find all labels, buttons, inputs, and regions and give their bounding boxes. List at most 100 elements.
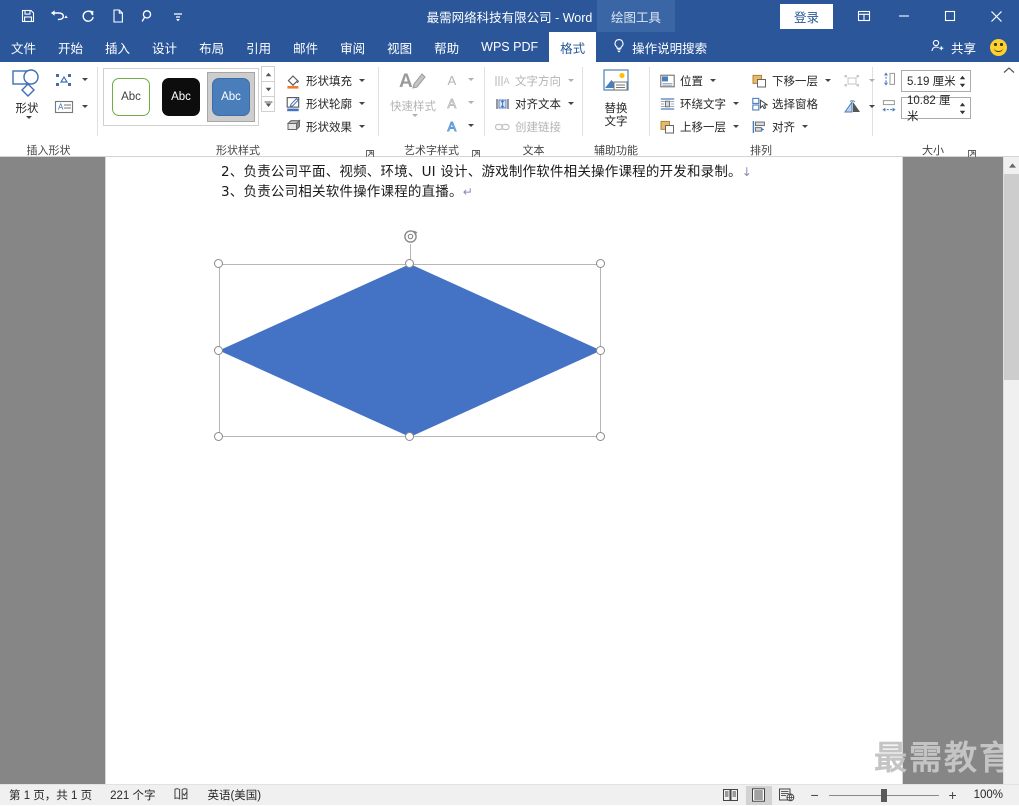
bring-forward-button[interactable]: 上移一层 [655,115,743,138]
document-paragraph-2[interactable]: 2、负责公司平面、视频、环境、UI 设计、游戏制作软件相关操作课程的开发和录制。… [221,160,752,180]
shape-style-option-2[interactable]: Abc [158,73,204,121]
text-effects-caret[interactable] [468,124,474,127]
zoom-slider-track[interactable] [828,788,939,802]
resize-handle-top-left[interactable] [214,259,223,268]
maximize-button[interactable] [927,0,973,32]
zoom-out-button[interactable]: − [808,787,822,803]
tab-insert[interactable]: 插入 [94,32,141,62]
language-indicator[interactable]: 英语(美国) [198,785,270,806]
gallery-scroll-down-icon[interactable] [261,81,275,97]
align-objects-caret[interactable] [802,125,808,128]
height-stepper-up-icon[interactable] [958,73,967,81]
text-outline-button[interactable]: A [442,91,478,114]
tab-review[interactable]: 审阅 [329,32,376,62]
tab-mailings[interactable]: 邮件 [282,32,329,62]
wordart-quick-styles-caret[interactable] [411,114,418,117]
gallery-more-icon[interactable] [261,96,275,112]
shape-fill-button[interactable]: 形状填充 [281,69,369,92]
tab-wps-pdf[interactable]: WPS PDF [470,32,549,62]
resize-handle-bottom-left[interactable] [214,432,223,441]
selection-pane-button[interactable]: 选择窗格 [747,92,835,115]
scrollbar-thumb[interactable] [1004,174,1019,380]
tab-help[interactable]: 帮助 [423,32,470,62]
shape-outline-caret[interactable] [359,102,365,105]
tab-format[interactable]: 格式 [549,32,597,62]
rotation-handle[interactable] [402,228,419,245]
tab-view[interactable]: 视图 [376,32,423,62]
collapse-ribbon-icon[interactable] [1001,63,1017,78]
shape-style-option-1[interactable]: Abc [108,73,154,121]
wrap-text-button[interactable]: 环绕文字 [655,92,743,115]
wrap-text-caret[interactable] [733,102,739,105]
tab-file[interactable]: 文件 [0,32,47,62]
shapes-button[interactable]: 形状 [5,66,49,122]
shape-styles-gallery[interactable]: Abc Abc Abc [103,68,259,126]
send-backward-button[interactable]: 下移一层 [747,69,835,92]
text-effects-button[interactable]: A [442,114,478,137]
share-button[interactable]: 共享 [924,32,982,62]
diamond-shape-graphic[interactable] [219,264,601,437]
tab-layout[interactable]: 布局 [188,32,235,62]
create-link-button[interactable]: 创建链接 [490,115,578,138]
height-stepper-down-icon[interactable] [958,81,967,89]
resize-handle-middle-right[interactable] [596,346,605,355]
draw-textbox-caret[interactable] [82,105,88,108]
feedback-smiley-icon[interactable] [990,38,1007,56]
send-backward-caret[interactable] [825,79,831,82]
resize-handle-middle-left[interactable] [214,346,223,355]
zoom-slider-thumb[interactable] [880,788,887,802]
undo-icon[interactable] [44,4,72,28]
sign-in-button[interactable]: 登录 [779,3,833,29]
text-outline-caret[interactable] [468,101,474,104]
width-stepper-up-icon[interactable] [958,100,967,108]
zoom-slider[interactable]: − + [808,787,960,803]
position-button[interactable]: 位置 [655,69,743,92]
tell-me-search[interactable]: 操作说明搜索 [602,32,717,62]
resize-handle-bottom-right[interactable] [596,432,605,441]
page-indicator[interactable]: 第 1 页，共 1 页 [0,785,101,806]
bring-forward-caret[interactable] [733,125,739,128]
edit-shape-button[interactable] [49,68,92,91]
text-direction-button[interactable]: A 文字方向 [490,69,578,92]
tab-home[interactable]: 开始 [47,32,94,62]
tab-design[interactable]: 设计 [141,32,188,62]
print-layout-view-button[interactable] [745,785,772,805]
zoom-in-button[interactable]: + [946,787,960,803]
proofing-status[interactable] [164,785,198,806]
word-count[interactable]: 221 个字 [101,785,164,806]
save-icon[interactable] [14,4,42,28]
shape-effects-caret[interactable] [359,125,365,128]
shape-fill-caret[interactable] [359,79,365,82]
tab-references[interactable]: 引用 [235,32,282,62]
resize-handle-top-right[interactable] [596,259,605,268]
zoom-level-label[interactable]: 100% [968,789,1009,801]
web-layout-view-button[interactable] [774,786,800,805]
shape-width-stepper[interactable] [958,100,967,116]
resize-handle-bottom-center[interactable] [405,432,414,441]
close-button[interactable] [973,0,1019,32]
scroll-up-icon[interactable] [1004,157,1019,174]
draw-textbox-button[interactable]: A [49,95,92,118]
selected-shape-diamond[interactable] [214,230,605,441]
new-doc-icon[interactable] [104,4,132,28]
size-dialog-launcher[interactable] [967,146,977,158]
shape-height-input[interactable]: 5.19 厘米 [901,70,971,92]
align-objects-button[interactable]: 对齐 [747,115,835,138]
shape-width-input[interactable]: 10.82 厘米 [901,95,971,123]
shape-effects-button[interactable]: 形状效果 [281,115,369,138]
redo-icon[interactable] [74,4,102,28]
position-caret[interactable] [710,79,716,82]
edit-shape-caret[interactable] [82,78,88,81]
width-stepper-down-icon[interactable] [958,108,967,116]
ribbon-display-options-icon[interactable] [847,0,881,32]
vertical-scrollbar[interactable] [1003,157,1019,784]
align-text-button[interactable]: 对齐文本 [490,92,578,115]
shape-height-stepper[interactable] [958,73,967,89]
align-text-caret[interactable] [568,102,574,105]
text-fill-button[interactable]: A [442,68,478,91]
shape-outline-button[interactable]: 形状轮廓 [281,92,369,115]
shape-style-option-3-selected[interactable]: Abc [207,72,255,122]
read-mode-view-button[interactable] [718,786,744,805]
resize-handle-top-center[interactable] [405,259,414,268]
gallery-scroll-up-icon[interactable] [261,66,275,82]
